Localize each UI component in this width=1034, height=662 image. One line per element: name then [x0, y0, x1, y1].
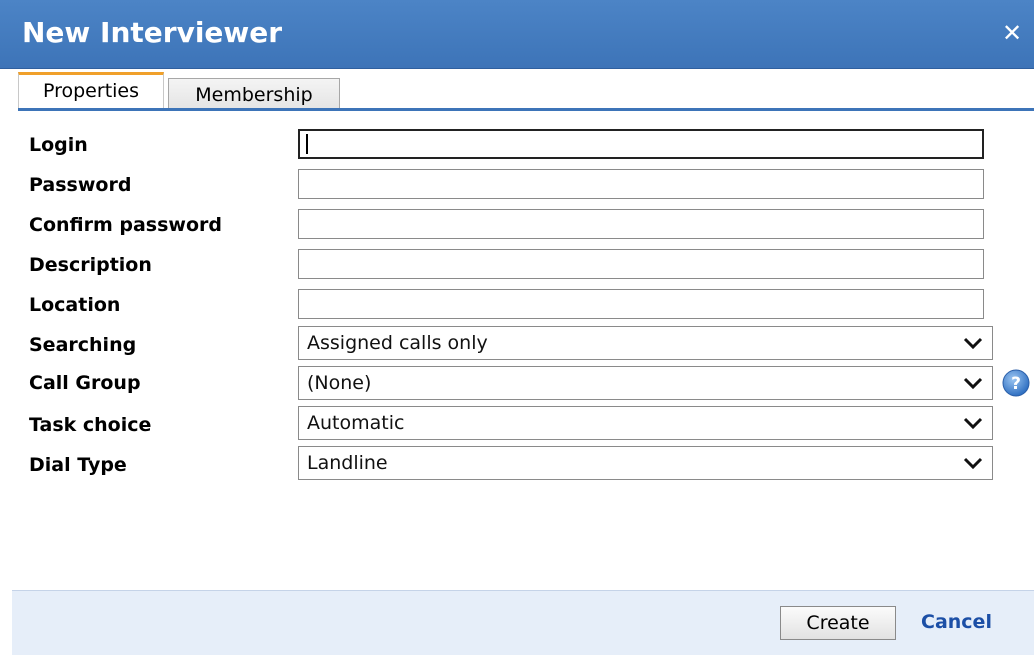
chevron-down-icon: [963, 457, 983, 470]
dial-type-select-value: Landline: [307, 452, 388, 474]
password-input[interactable]: [298, 169, 984, 199]
description-input[interactable]: [298, 249, 984, 279]
dial-type-select[interactable]: Landline: [298, 446, 993, 480]
confirm-password-label: Confirm password: [29, 214, 223, 236]
tab-membership[interactable]: Membership: [168, 78, 340, 110]
call-group-select[interactable]: (None): [298, 366, 993, 400]
call-group-label: Call Group: [29, 372, 141, 394]
location-input[interactable]: [298, 289, 984, 319]
dialog-title: New Interviewer: [22, 16, 283, 49]
tab-strip: Properties Membership: [18, 72, 1034, 110]
password-label: Password: [29, 174, 132, 196]
task-choice-select[interactable]: Automatic: [298, 406, 993, 440]
tab-underline: [18, 108, 1034, 111]
task-choice-label: Task choice: [29, 414, 152, 436]
searching-select-value: Assigned calls only: [307, 332, 488, 354]
confirm-password-input[interactable]: [298, 209, 984, 239]
searching-select[interactable]: Assigned calls only: [298, 326, 993, 360]
searching-label: Searching: [29, 334, 137, 356]
chevron-down-icon: [963, 337, 983, 350]
text-caret: [306, 134, 308, 154]
chevron-down-icon: [963, 417, 983, 430]
description-label: Description: [29, 254, 152, 276]
create-button[interactable]: Create: [780, 606, 896, 640]
dial-type-label: Dial Type: [29, 454, 127, 476]
tab-properties[interactable]: Properties: [18, 72, 164, 109]
call-group-select-value: (None): [307, 372, 372, 394]
chevron-down-icon: [963, 377, 983, 390]
new-interviewer-dialog: New Interviewer ✕ Properties Membership …: [0, 0, 1034, 662]
close-icon[interactable]: ✕: [999, 20, 1025, 46]
login-input[interactable]: [298, 129, 984, 159]
help-icon[interactable]: ?: [1002, 369, 1030, 397]
login-label: Login: [29, 134, 88, 156]
location-label: Location: [29, 294, 121, 316]
cancel-link[interactable]: Cancel: [921, 611, 992, 633]
title-bar: New Interviewer ✕: [0, 0, 1034, 69]
svg-text:?: ?: [1011, 374, 1021, 394]
task-choice-select-value: Automatic: [307, 412, 405, 434]
